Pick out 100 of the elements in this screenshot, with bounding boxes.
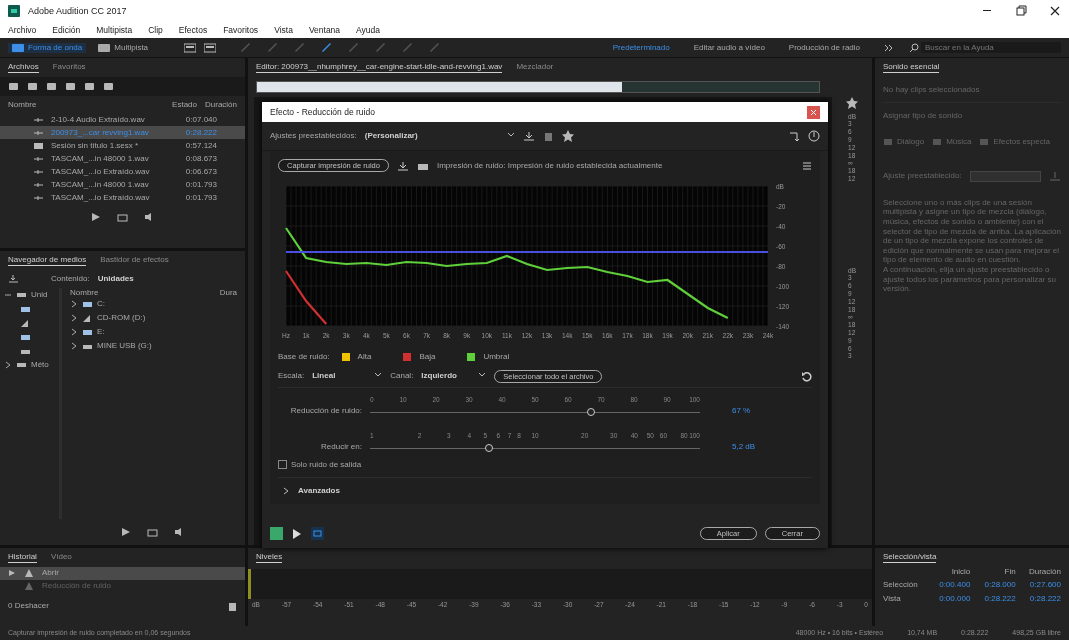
file-row[interactable]: Sesión sin título 1.sesx * 0:57.124 [0,139,245,153]
menu-item[interactable]: Multipista [96,24,133,36]
panel-tab[interactable]: Mezclador [516,62,554,73]
current-state-icon [8,569,16,578]
preset-label: Ajustes preestablecidos: [270,131,357,141]
menu-item[interactable]: Efectos [178,24,208,36]
power-icon[interactable] [808,130,820,142]
play-icon[interactable] [91,212,101,223]
file-row[interactable]: TASCAM_...in 48000 1.wav 0:01.793 [0,178,245,192]
caret-icon [374,371,383,379]
workspace-tab[interactable]: Editar audio a vídeo [693,42,765,53]
overflow-icon[interactable] [884,42,893,53]
slider-thumb[interactable] [587,407,596,416]
time-value[interactable]: 0:00.400 [929,580,971,590]
sound-type-icon [979,136,990,147]
loop-icon[interactable] [117,212,128,223]
drive-row[interactable]: CD-ROM (D:) [70,311,237,326]
preset-dropdown[interactable]: (Personalizar) [364,131,515,141]
reset-icon[interactable] [801,370,812,382]
menu-item[interactable]: Archivo [8,24,37,36]
tree-item[interactable]: Unid [4,287,55,302]
waveform-view-icon [12,42,24,53]
play-icon[interactable] [291,527,303,540]
sound-type-icon [932,136,943,147]
drive-row[interactable]: E: [70,325,237,340]
column-header[interactable]: Estado [172,99,197,110]
scale-dropdown[interactable]: Lineal [312,371,383,381]
workspace-tab[interactable]: Predeterminado [612,42,670,53]
time-value[interactable]: 0:28.000 [974,580,1016,590]
column-header: Duración [1027,566,1061,577]
time-value[interactable]: 0:27.600 [1019,580,1061,590]
panel-layout-icon[interactable] [204,42,217,53]
panel-tab[interactable]: Navegador de medios [8,255,87,266]
channel-label: Canal: [390,371,414,381]
menu-icon[interactable] [802,160,812,171]
time-value[interactable]: 0:00.000 [929,593,971,604]
panel-title: Selección/vista [883,552,937,563]
time-value[interactable]: 0:28.222 [1019,593,1061,604]
drive-row[interactable]: MINE USB (G:) [70,339,237,354]
route-icon[interactable] [789,130,800,142]
dialog-title: Efecto - Reducción de ruido [270,106,376,118]
file-row[interactable]: TASCAM_...in 48000 1.wav 0:08.673 [0,152,245,166]
speaker-icon[interactable] [144,212,154,223]
file-row[interactable]: TASCAM_...io Extraído.wav 0:06.673 [0,165,245,179]
panel-layout-icon[interactable] [184,42,197,53]
column-header[interactable]: Dura [219,287,237,298]
column-header[interactable]: Nombre [8,99,173,110]
legend-label: Base de ruido: [278,352,330,362]
power-toggle-icon[interactable] [270,527,283,540]
view-toggle[interactable]: Forma de onda [8,42,87,53]
tree-item[interactable]: Méto [4,357,55,372]
menu-item[interactable]: Edición [52,24,81,36]
column-header[interactable]: Duración [205,99,237,110]
caret-icon [478,371,487,379]
sound-type-icon [883,136,893,147]
expand-icon [4,360,12,369]
panel-tab[interactable]: Editor: 200973__nhumphrey__car-engine-start-idle-and-revving1.wav [256,62,503,73]
menu-item[interactable]: Ventana [308,24,341,36]
menu-item[interactable]: Vista [274,24,293,36]
legend-text: Baja [419,352,436,362]
row-label: Selección [883,580,919,590]
slider-value[interactable]: 67 % [732,406,751,416]
menu-item[interactable]: Favoritos [223,24,259,36]
close-icon[interactable] [1049,5,1061,17]
speaker-icon[interactable] [174,527,184,537]
history-item[interactable]: Abrir [0,566,245,580]
output-noise-checkbox[interactable]: Solo ruido de salida [278,459,812,479]
audio-file-icon [34,167,43,176]
menu-item[interactable]: Clip [148,24,163,36]
favorite-icon[interactable] [846,96,858,109]
panel-tab[interactable]: Archivos [8,62,39,73]
panel-tab[interactable]: Favoritos [52,62,86,73]
channel-dropdown[interactable]: Izquierdo [421,371,487,381]
slider-thumb[interactable] [484,443,493,452]
time-value[interactable]: 0:28.222 [974,593,1016,604]
panel-tab[interactable]: Bastidor de efectos [100,255,169,266]
noise-print-status: Impresión de ruido: Impresión de ruido establecida actualmente [436,160,664,171]
panel-tab[interactable]: Vídeo [50,552,72,563]
advanced-expander[interactable]: Avanzados [278,478,812,504]
panel-tab[interactable]: Historial [8,552,37,563]
slider-value[interactable]: 5,2 dB [732,442,756,452]
view-toggle[interactable]: Multipista [94,42,153,53]
workspace-tab[interactable]: Producción de radio [788,42,860,53]
audio-file-icon [34,154,43,163]
menu-item[interactable]: Ayuda [356,24,381,36]
row-label: Vista [883,593,902,604]
drive-row[interactable]: C: [70,297,237,312]
play-icon[interactable] [121,527,131,537]
scale-label: Escala: [278,371,305,381]
favorite-icon[interactable] [561,130,574,142]
restore-icon[interactable] [1015,5,1027,17]
audio-file-icon [34,115,43,124]
search-field[interactable]: Buscar en la Ayuda [921,41,1061,54]
history-step-icon [24,568,34,579]
loop-icon[interactable] [311,527,324,540]
loop-icon[interactable] [147,527,158,537]
column-header[interactable]: Nombre [70,287,220,298]
file-row[interactable]: TASCAM_...io Extraído.wav 0:01.793 [0,191,245,205]
file-row[interactable]: 2-10-4 Audio Extraído.wav 0:07.040 [0,113,245,127]
content-dropdown[interactable]: Unidades [97,273,237,284]
